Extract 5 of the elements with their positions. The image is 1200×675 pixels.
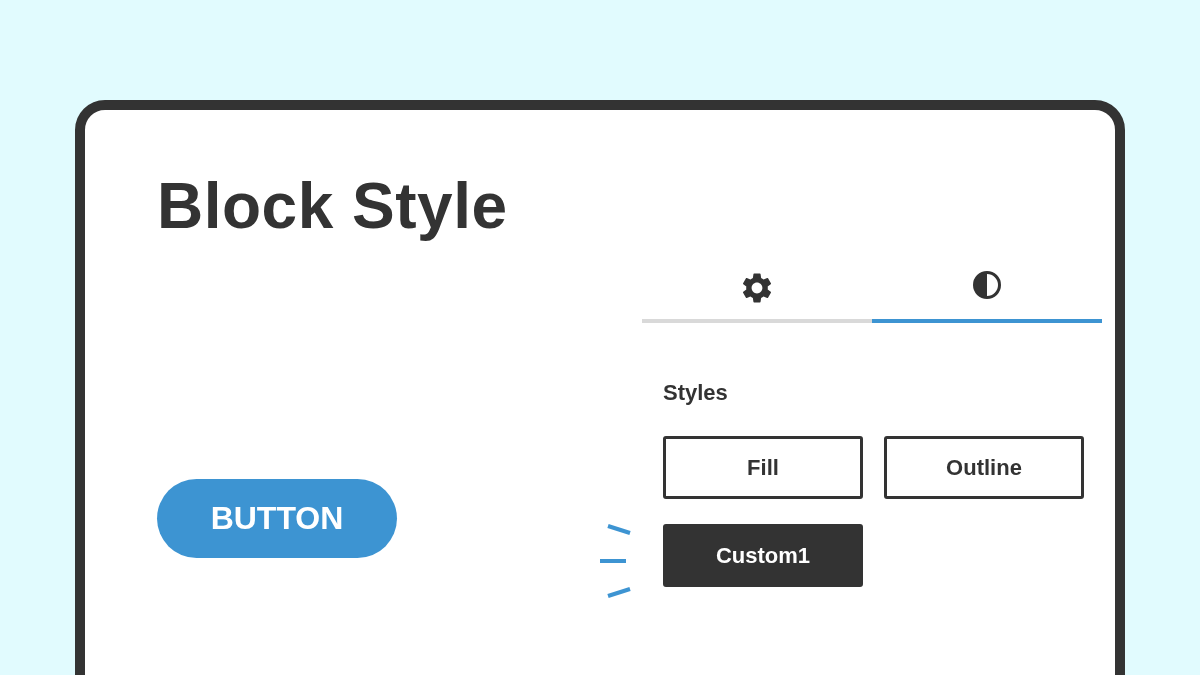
style-option[interactable]: Custom1 [663, 524, 863, 587]
style-option[interactable]: Outline [884, 436, 1084, 499]
style-option[interactable]: Fill [663, 436, 863, 499]
contrast-icon [972, 270, 1002, 300]
styles-heading: Styles [663, 380, 729, 406]
